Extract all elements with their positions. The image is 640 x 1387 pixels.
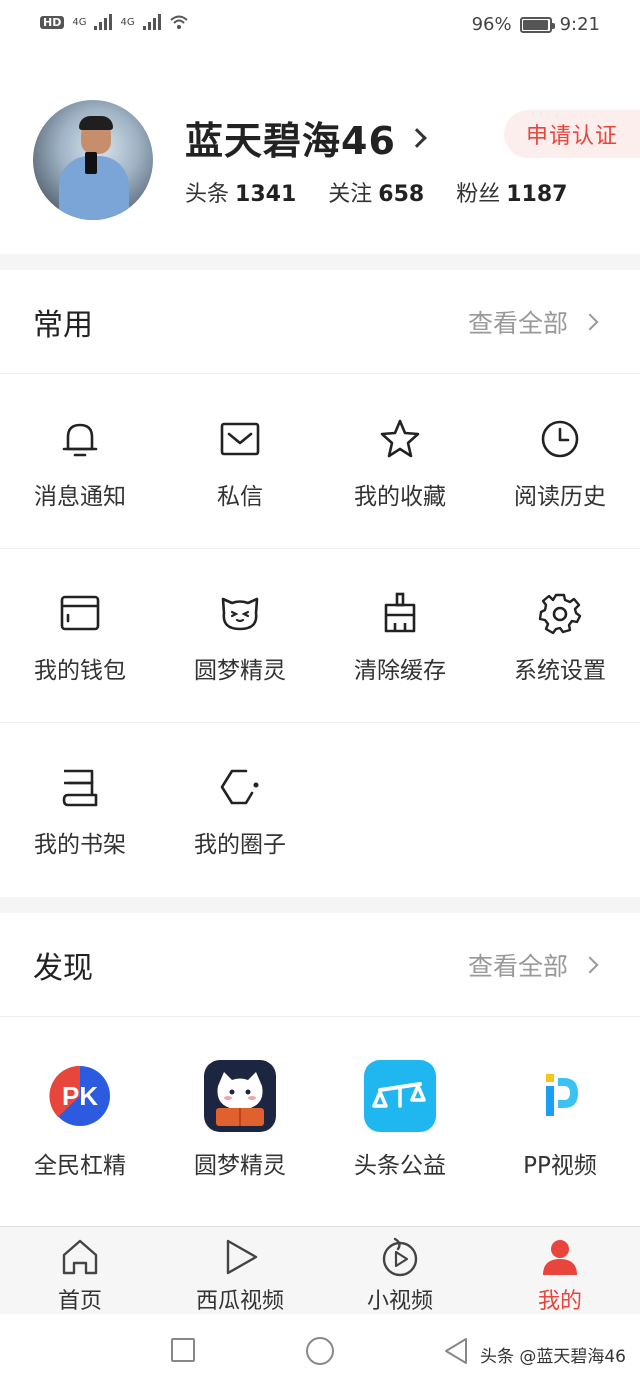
clock-icon (541, 420, 579, 458)
settings-item[interactable]: 系统设置 (480, 549, 640, 723)
profile-stats: 头条 1341 关注 658 粉丝 1187 (185, 176, 567, 208)
play-icon (226, 1239, 258, 1275)
pp-video-app-icon (524, 1060, 596, 1132)
tab-home[interactable]: 首页 (0, 1227, 160, 1315)
common-section-title: 常用 (33, 308, 93, 343)
broom-icon (384, 592, 416, 633)
signal-icon (94, 14, 113, 30)
messages-item[interactable]: 私信 (160, 375, 320, 549)
username: 蓝天碧海46 (185, 119, 396, 163)
chevron-right-icon (406, 127, 427, 148)
network-label-1: 4G (72, 16, 87, 28)
hd-badge: HD (40, 15, 65, 29)
dream-spirit-item[interactable]: 圆梦精灵 (160, 549, 320, 723)
discover-section-title: 发现 (33, 951, 93, 986)
battery-icon (519, 16, 555, 33)
section-divider (0, 897, 640, 913)
common-grid-row: 消息通知 私信 我的收藏 阅读历史 (0, 375, 640, 549)
chevron-right-icon (581, 956, 599, 974)
history-item[interactable]: 阅读历史 (480, 375, 640, 549)
clock-time: 9:21 (559, 14, 600, 35)
discover-view-all-link[interactable]: 查看全部 (468, 947, 599, 983)
scale-app-icon (364, 1060, 436, 1132)
recent-apps-button[interactable] (171, 1338, 195, 1362)
tab-mine[interactable]: 我的 (480, 1227, 640, 1315)
favorites-item[interactable]: 我的收藏 (320, 375, 480, 549)
dream-cat-app-icon (204, 1060, 276, 1132)
common-grid-row: 我的钱包 圆梦精灵 清除缓存 系统设置 (0, 549, 640, 723)
stat-following[interactable]: 关注 658 (328, 176, 424, 208)
notifications-item[interactable]: 消息通知 (0, 375, 160, 549)
battery-percent: 96% (471, 14, 512, 35)
discover-app-quanmin[interactable]: PK 全民杠精 (0, 1018, 160, 1218)
stat-posts[interactable]: 头条 1341 (185, 176, 296, 208)
pk-app-icon: PK (49, 1065, 110, 1126)
avatar[interactable] (33, 100, 153, 220)
home-button[interactable] (306, 1337, 334, 1365)
signal-icon-2 (142, 14, 161, 30)
cat-face-icon (221, 597, 259, 631)
bell-icon (62, 423, 98, 457)
apply-certification-button[interactable]: 申请认证 (504, 110, 640, 158)
status-bar: HD 4G 4G 96% 9:21 (0, 0, 640, 52)
short-video-icon (382, 1237, 418, 1277)
bookshelf-item[interactable]: 我的书架 (0, 723, 160, 897)
section-divider (0, 254, 640, 270)
common-view-all-link[interactable]: 查看全部 (468, 304, 599, 340)
system-nav-bar: 头条 @蓝天碧海46 (0, 1314, 640, 1387)
username-link[interactable]: 蓝天碧海46 (185, 110, 427, 165)
watermark: 头条 @蓝天碧海46 (479, 1347, 626, 1367)
gear-icon (538, 593, 582, 635)
wifi-icon (169, 15, 188, 29)
discover-app-pp-video[interactable]: PP视频 (480, 1018, 640, 1218)
home-icon (62, 1239, 98, 1275)
clear-cache-item[interactable]: 清除缓存 (320, 549, 480, 723)
mail-icon (220, 422, 260, 456)
chevron-right-icon (581, 313, 599, 331)
common-section-header: 常用 查看全部 (0, 270, 640, 374)
tab-short-video[interactable]: 小视频 (320, 1227, 480, 1315)
tab-xigua-video[interactable]: 西瓜视频 (160, 1227, 320, 1315)
discover-apps-row: PK 全民杠精 圆梦精灵 头条公益 PP视频 (0, 1018, 640, 1218)
discover-section-header: 发现 查看全部 (0, 913, 640, 1017)
star-icon (380, 419, 420, 458)
wallet-item[interactable]: 我的钱包 (0, 549, 160, 723)
common-grid-row: 我的书架 我的圈子 (0, 723, 640, 897)
bottom-tab-bar: 首页 西瓜视频 小视频 我的 (0, 1226, 640, 1314)
wallet-icon (60, 595, 100, 631)
profile-header: 蓝天碧海46 申请认证 头条 1341 关注 658 粉丝 1187 (0, 98, 640, 238)
stat-followers[interactable]: 粉丝 1187 (456, 176, 567, 208)
discover-app-toutiao-charity[interactable]: 头条公益 (320, 1018, 480, 1218)
my-circles-item[interactable]: 我的圈子 (160, 723, 320, 897)
circle-group-icon (220, 769, 259, 805)
network-label-2: 4G (120, 16, 135, 28)
person-icon (543, 1240, 577, 1275)
back-button[interactable] (442, 1336, 470, 1366)
discover-app-dream-spirit[interactable]: 圆梦精灵 (160, 1018, 320, 1218)
svg-text:PK: PK (62, 1081, 98, 1111)
bookshelf-icon (62, 769, 98, 807)
